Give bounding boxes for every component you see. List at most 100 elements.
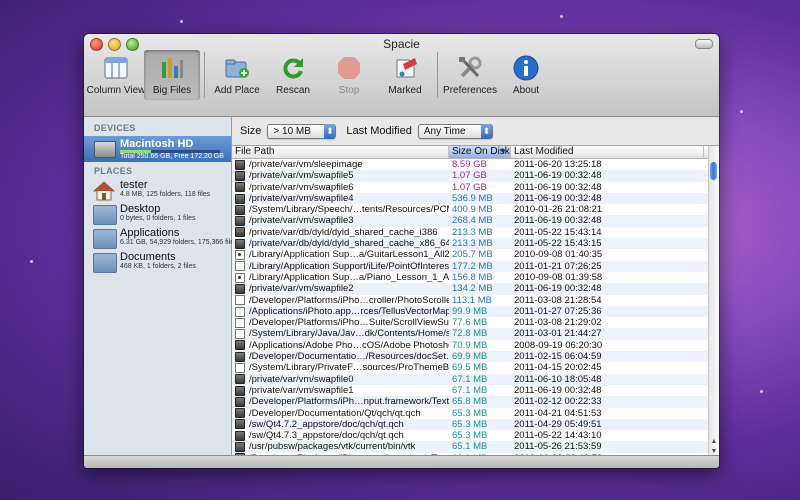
- modified-cell: 2011-01-21 07:26:25: [514, 260, 602, 272]
- file-path-cell: /private/var/vm/sleepimage: [232, 159, 449, 170]
- size-cell: 213.3 MB: [452, 238, 493, 250]
- preferences-button[interactable]: Preferences: [442, 50, 498, 100]
- add-place-label: Add Place: [214, 85, 260, 96]
- table-row[interactable]: /sw/Qt4.7.3_appstore/doc/qch/qt.qch 65.3 …: [232, 430, 708, 441]
- scroll-up-arrow[interactable]: ▲: [710, 438, 718, 445]
- place-detail: 4.8 MB, 125 folders, 118 files: [120, 191, 211, 198]
- modified-cell: 2011-05-26 21:53:59: [514, 441, 602, 453]
- about-label: About: [512, 85, 540, 96]
- file-path-text: /private/var/vm/swapfile4: [249, 192, 354, 204]
- modified-cell: 2011-03-08 21:29:02: [514, 317, 602, 329]
- add-place-button[interactable]: Add Place: [209, 50, 265, 100]
- table-row[interactable]: /private/var/vm/swapfile5 1.07 GB 2011-06-…: [232, 170, 708, 182]
- size-cell: 205.7 MB: [452, 249, 493, 261]
- file-path-text: /Developer/Platforms/iPho…croller/PhotoS…: [249, 294, 449, 306]
- table-row[interactable]: /Developer/Platforms/iPho…croller/PhotoS…: [232, 295, 708, 306]
- place-name: tester: [120, 179, 148, 191]
- table-row[interactable]: /private/var/vm/swapfile0 67.1 MB 2011-06-…: [232, 373, 708, 385]
- file-path-cell: /Applications/iPhoto.app…rces/TellusVect…: [232, 306, 449, 317]
- place-detail: 468 KB, 1 folders, 2 files: [120, 263, 196, 270]
- table-row[interactable]: /private/var/vm/swapfile4 536.9 MB 2011-06…: [232, 192, 708, 205]
- table-row[interactable]: /System/Library/PrivateF…sources/ProThem…: [232, 362, 708, 373]
- file-path-text: /System/Library/Java/Jav…dk/Contents/Hom…: [249, 328, 449, 340]
- modified-cell: 2011-05-22 14:43:10: [514, 430, 602, 442]
- file-path-cell: /private/var/vm/swapfile3: [232, 215, 449, 226]
- table-row[interactable]: /private/var/vm/swapfile3 268.4 MB 2011-06…: [232, 215, 708, 227]
- size-cell: 67.1 MB: [452, 373, 488, 385]
- file-path-cell: /Developer/Platforms/iPho…Suite/ScrollVi…: [232, 317, 449, 328]
- sidebar-item-macintosh-hd[interactable]: Macintosh HD Total 250.66 GB, Free 172.2…: [84, 136, 231, 162]
- window-bottom-bar: [84, 455, 719, 468]
- toolbar-separator: [204, 52, 205, 98]
- filter-bar: Size > 10 MB Last Modified Any Time: [232, 117, 719, 145]
- file-icon: [235, 430, 245, 441]
- table-row[interactable]: /Library/Application Sup…a/Piano_Lesson_…: [232, 272, 708, 283]
- size-cell: 72.8 MB: [452, 328, 488, 340]
- table-row[interactable]: /Developer/Platforms/iPho…Suite/ScrollVi…: [232, 317, 708, 328]
- table-row[interactable]: /System/Library/Java/Jav…dk/Contents/Hom…: [232, 328, 708, 340]
- rescan-button[interactable]: Rescan: [265, 50, 321, 100]
- size-cell: 77.6 MB: [452, 317, 488, 329]
- sidebar-item-desktop[interactable]: Desktop 0 bytes, 0 folders, 1 files: [84, 202, 231, 226]
- modified-cell: 2011-03-08 21:28:54: [514, 294, 602, 306]
- table-row[interactable]: /System/Library/Speech/…tents/Resources/…: [232, 204, 708, 215]
- column-header-last-modified[interactable]: Last Modified: [511, 146, 704, 158]
- device-name: Macintosh HD: [120, 138, 194, 150]
- file-path-text: /private/var/vm/swapfile0: [249, 373, 354, 385]
- modified-cell: 2011-02-15 06:04:59: [514, 351, 602, 363]
- modified-cell: 2011-06-10 18:05:48: [514, 373, 602, 385]
- column-header-size-on-disk[interactable]: Size On Disk: [449, 146, 511, 158]
- modified-cell: 2008-09-19 06:20:30: [514, 339, 603, 351]
- table-row[interactable]: /private/var/db/dyld/dyld_shared_cache_i…: [232, 227, 708, 238]
- device-detail: Total 250.66 GB, Free 172.20 GB: [120, 153, 224, 160]
- file-path-cell: /private/var/db/dyld/dyld_shared_cache_i…: [232, 227, 449, 238]
- scroll-down-arrow[interactable]: ▼: [710, 448, 718, 455]
- size-cell: 67.1 MB: [452, 384, 488, 396]
- table-row[interactable]: /private/var/vm/swapfile6 1.07 GB 2011-06-…: [232, 182, 708, 193]
- table-row[interactable]: /usr/pubsw/packages/vtk/current/bin/vtk 6…: [232, 441, 708, 453]
- sidebar-item-applications[interactable]: Applications 6.31 GB, 54,929 folders, 17…: [84, 226, 238, 250]
- scrollbar-thumb[interactable]: [710, 162, 717, 180]
- table-row[interactable]: /Developer/Platforms/iPh…nput.framework/…: [232, 396, 708, 408]
- table-row[interactable]: /Library/Application Sup…a/GuitarLesson1…: [232, 249, 708, 260]
- about-button[interactable]: About: [498, 50, 554, 100]
- file-path-cell: /usr/pubsw/packages/vtk/current/bin/vtk: [232, 441, 449, 452]
- big-files-button[interactable]: Big Files: [144, 50, 200, 100]
- table-row[interactable]: /sw/Qt4.7.2_appstore/doc/qch/qt.qch 65.3 …: [232, 418, 708, 431]
- file-path-cell: /System/Library/PrivateF…sources/ProThem…: [232, 362, 449, 373]
- table-row[interactable]: /Applications/Adobe Pho…cOS/Adobe Photos…: [232, 340, 708, 351]
- size-filter-select[interactable]: > 10 MB: [267, 123, 337, 139]
- stop-button[interactable]: Stop: [321, 50, 377, 100]
- document-file-icon: [235, 295, 245, 306]
- modified-cell: 2010-09-08 01:39:58: [514, 271, 603, 283]
- column-view-button[interactable]: Column View: [87, 50, 145, 100]
- table-row[interactable]: /Developer/Documentation/Qt/qch/qt.qch 65…: [232, 408, 708, 419]
- place-name: Desktop: [120, 203, 161, 215]
- table-row[interactable]: /private/var/db/dyld/dyld_shared_cache_x…: [232, 238, 708, 250]
- modified-filter-select[interactable]: Any Time: [417, 123, 493, 139]
- vertical-scrollbar[interactable]: ▲ ▼: [708, 146, 719, 457]
- modified-cell: 2011-04-21 04:51:53: [514, 407, 602, 419]
- table-row[interactable]: /private/var/vm/swapfile2 134.2 MB 2011-06…: [232, 283, 708, 295]
- column-view-icon: [101, 53, 131, 83]
- table-row[interactable]: /private/var/vm/sleepimage 8.59 GB 2011-06…: [232, 159, 708, 170]
- column-header-file-path[interactable]: File Path: [232, 146, 449, 158]
- size-cell: 65.1 MB: [452, 441, 488, 453]
- movie-file-icon: [235, 250, 245, 261]
- size-cell: 400.9 MB: [452, 204, 493, 216]
- table-row[interactable]: /Developer/Documentatio…/Resources/docSe…: [232, 351, 708, 363]
- file-icon: [235, 227, 245, 238]
- file-path-text: /Applications/iPhoto.app…rces/TellusVect…: [249, 305, 449, 317]
- file-path-text: /Developer/Platforms/iPho…Suite/ScrollVi…: [249, 317, 449, 329]
- sidebar-item-documents[interactable]: Documents 468 KB, 1 folders, 2 files: [84, 250, 231, 274]
- marked-button[interactable]: Marked: [377, 50, 433, 100]
- sidebar-item-tester[interactable]: tester 4.8 MB, 125 folders, 118 files: [84, 178, 231, 202]
- size-cell: 65.3 MB: [452, 407, 488, 419]
- document-file-icon: [235, 317, 245, 328]
- file-path-text: /sw/Qt4.7.3_appstore/doc/qch/qt.qch: [249, 430, 404, 442]
- table-row[interactable]: /Applications/iPhoto.app…rces/TellusVect…: [232, 305, 708, 318]
- table-row[interactable]: /private/var/vm/swapfile1 67.1 MB 2011-06-…: [232, 385, 708, 396]
- folder-icon: [93, 205, 117, 225]
- main-panel: Size > 10 MB Last Modified Any Time File…: [232, 117, 719, 457]
- table-row[interactable]: /Library/Application Support/iLife/Point…: [232, 260, 708, 272]
